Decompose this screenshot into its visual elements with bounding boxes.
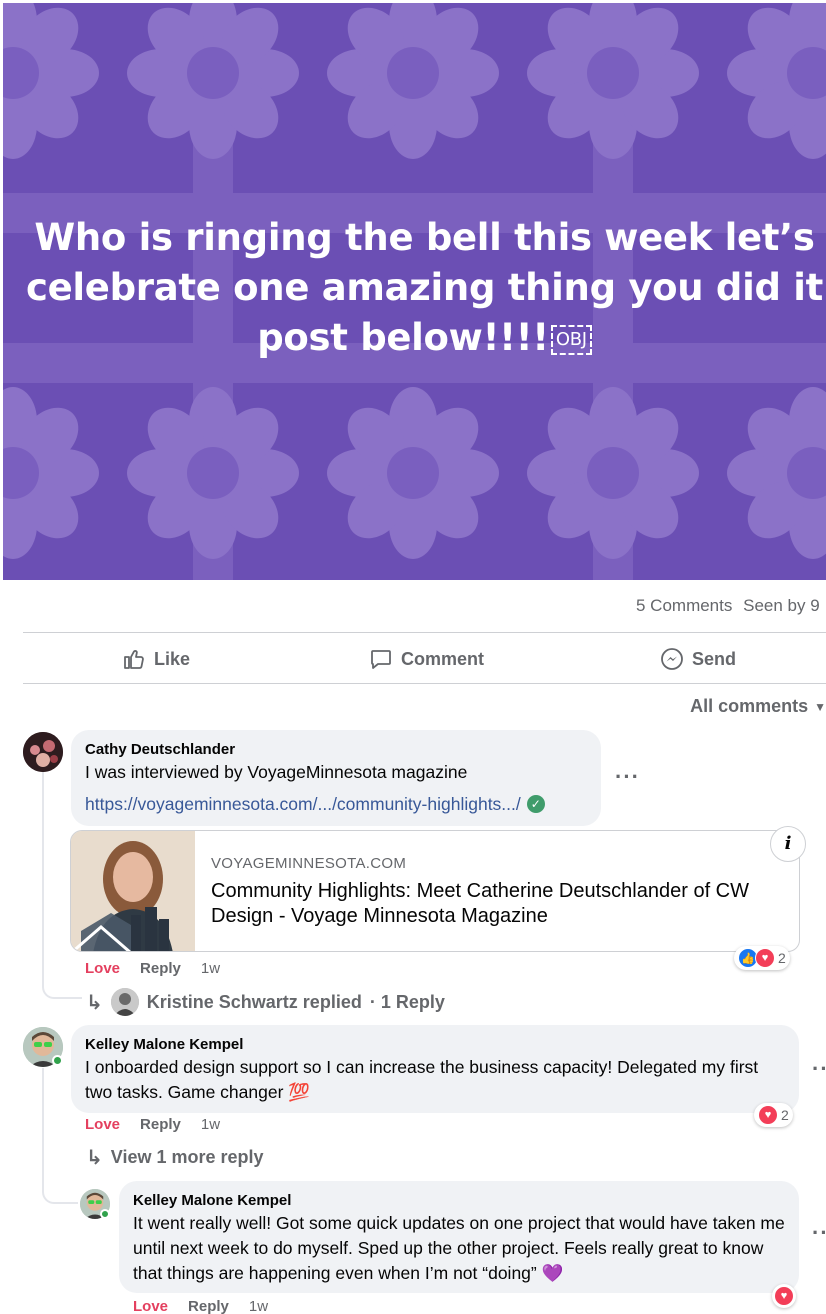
- reply-button[interactable]: Reply: [140, 960, 181, 977]
- more-options-button[interactable]: ···: [615, 764, 640, 790]
- view-more-label: View 1 more reply: [110, 1147, 264, 1167]
- link-thumbnail: [71, 831, 195, 951]
- comment-link[interactable]: https://voyageminnesota.com/.../communit…: [85, 791, 587, 817]
- more-options-button[interactable]: ···: [812, 1056, 826, 1082]
- replier-name: Kristine Schwartz replied: [146, 991, 362, 1012]
- reply-actions: Love Reply 1w: [133, 1298, 268, 1314]
- chevron-down-icon: ▼: [814, 699, 826, 714]
- comment-actions: Love Reply 1w: [85, 1116, 220, 1133]
- divider: [23, 683, 826, 684]
- like-button[interactable]: Like: [122, 644, 190, 674]
- avatar[interactable]: [23, 732, 63, 772]
- comment-text: I onboarded design support so I can incr…: [85, 1057, 759, 1102]
- link-url[interactable]: https://voyageminnesota.com/.../communit…: [85, 791, 521, 817]
- comment-bubble: Cathy Deutschlander I was interviewed by…: [71, 730, 601, 826]
- filter-label: All comments: [690, 696, 809, 716]
- reply-button[interactable]: Reply: [140, 1116, 181, 1133]
- comment-icon: [371, 650, 391, 669]
- reply-arrow-icon: ↳: [86, 1147, 103, 1169]
- comments-count[interactable]: 5 Comments: [636, 596, 732, 615]
- link-preview-card[interactable]: VOYAGEMINNESOTA.COM Community Highlights…: [70, 830, 800, 952]
- online-status-dot: [100, 1209, 110, 1219]
- comment-text: I was interviewed by VoyageMinnesota mag…: [85, 762, 468, 782]
- reply-author[interactable]: Kelley Malone Kempel: [133, 1191, 785, 1211]
- divider: [23, 632, 826, 633]
- comment-author[interactable]: Cathy Deutschlander: [85, 740, 587, 760]
- reaction-summary[interactable]: ♥ 2: [754, 1103, 793, 1127]
- online-status-dot: [52, 1055, 63, 1066]
- reply-bubble: Kelley Malone Kempel It went really well…: [119, 1181, 799, 1293]
- post-stats: 5 Comments Seen by 9: [636, 596, 826, 616]
- send-button[interactable]: Send: [660, 644, 736, 674]
- reply-text: It went really well! Got some quick upda…: [133, 1213, 785, 1283]
- love-reaction-icon: ♥: [758, 1105, 778, 1125]
- comment-time[interactable]: 1w: [201, 1116, 220, 1133]
- thumbnail-image: [71, 831, 195, 951]
- thread-line: [42, 1068, 44, 1190]
- comment-filter-dropdown[interactable]: All comments ▼: [690, 696, 826, 717]
- banner-text: Who is ringing the bell this week let’s …: [26, 216, 823, 359]
- reaction-summary[interactable]: ♥: [772, 1284, 796, 1308]
- love-reaction-icon: ♥: [755, 948, 775, 968]
- thread-line: [42, 772, 44, 982]
- like-label: Like: [154, 648, 191, 669]
- comment-time[interactable]: 1w: [201, 960, 220, 977]
- thread-connector: [42, 975, 82, 999]
- comment-button[interactable]: Comment: [369, 644, 484, 674]
- love-button[interactable]: Love: [85, 1116, 120, 1133]
- comment-author[interactable]: Kelley Malone Kempel: [85, 1035, 785, 1055]
- reaction-count: 2: [778, 950, 786, 966]
- replies-link[interactable]: ↳ Kristine Schwartz replied · 1 Reply: [86, 988, 445, 1016]
- love-button[interactable]: Love: [133, 1298, 168, 1314]
- messenger-icon: [661, 648, 683, 670]
- thread-connector: [42, 1180, 78, 1204]
- avatar: [110, 988, 139, 1016]
- view-more-replies-link[interactable]: ↳ View 1 more reply: [86, 1145, 264, 1170]
- reply-count: · 1 Reply: [369, 991, 445, 1012]
- reaction-summary[interactable]: 👍 ♥ 2: [734, 946, 790, 970]
- link-domain: VOYAGEMINNESOTA.COM: [211, 855, 407, 872]
- obj-placeholder: OBJ: [550, 324, 592, 355]
- check-icon: ✓: [526, 795, 545, 813]
- love-reaction-icon: ♥: [774, 1286, 794, 1306]
- reaction-count: 2: [781, 1107, 789, 1123]
- comment-bubble: Kelley Malone Kempel I onboarded design …: [71, 1025, 799, 1113]
- avatar-image: [23, 732, 63, 772]
- seen-by[interactable]: Seen by 9: [743, 596, 820, 615]
- thumbs-up-icon: [124, 650, 144, 669]
- post-banner: Who is ringing the bell this week let’s …: [3, 3, 826, 580]
- reply-time[interactable]: 1w: [249, 1298, 268, 1314]
- love-button[interactable]: Love: [85, 960, 120, 977]
- comment-actions: Love Reply 1w: [85, 960, 220, 977]
- send-label: Send: [692, 648, 737, 669]
- avatar-image: [110, 988, 139, 1016]
- reply-arrow-icon: ↳: [86, 991, 103, 1014]
- reply-button[interactable]: Reply: [188, 1298, 229, 1314]
- info-icon[interactable]: i: [770, 826, 806, 862]
- more-options-button[interactable]: ···: [812, 1220, 826, 1246]
- comment-label: Comment: [401, 648, 485, 669]
- link-title[interactable]: Community Highlights: Meet Catherine Deu…: [211, 879, 785, 929]
